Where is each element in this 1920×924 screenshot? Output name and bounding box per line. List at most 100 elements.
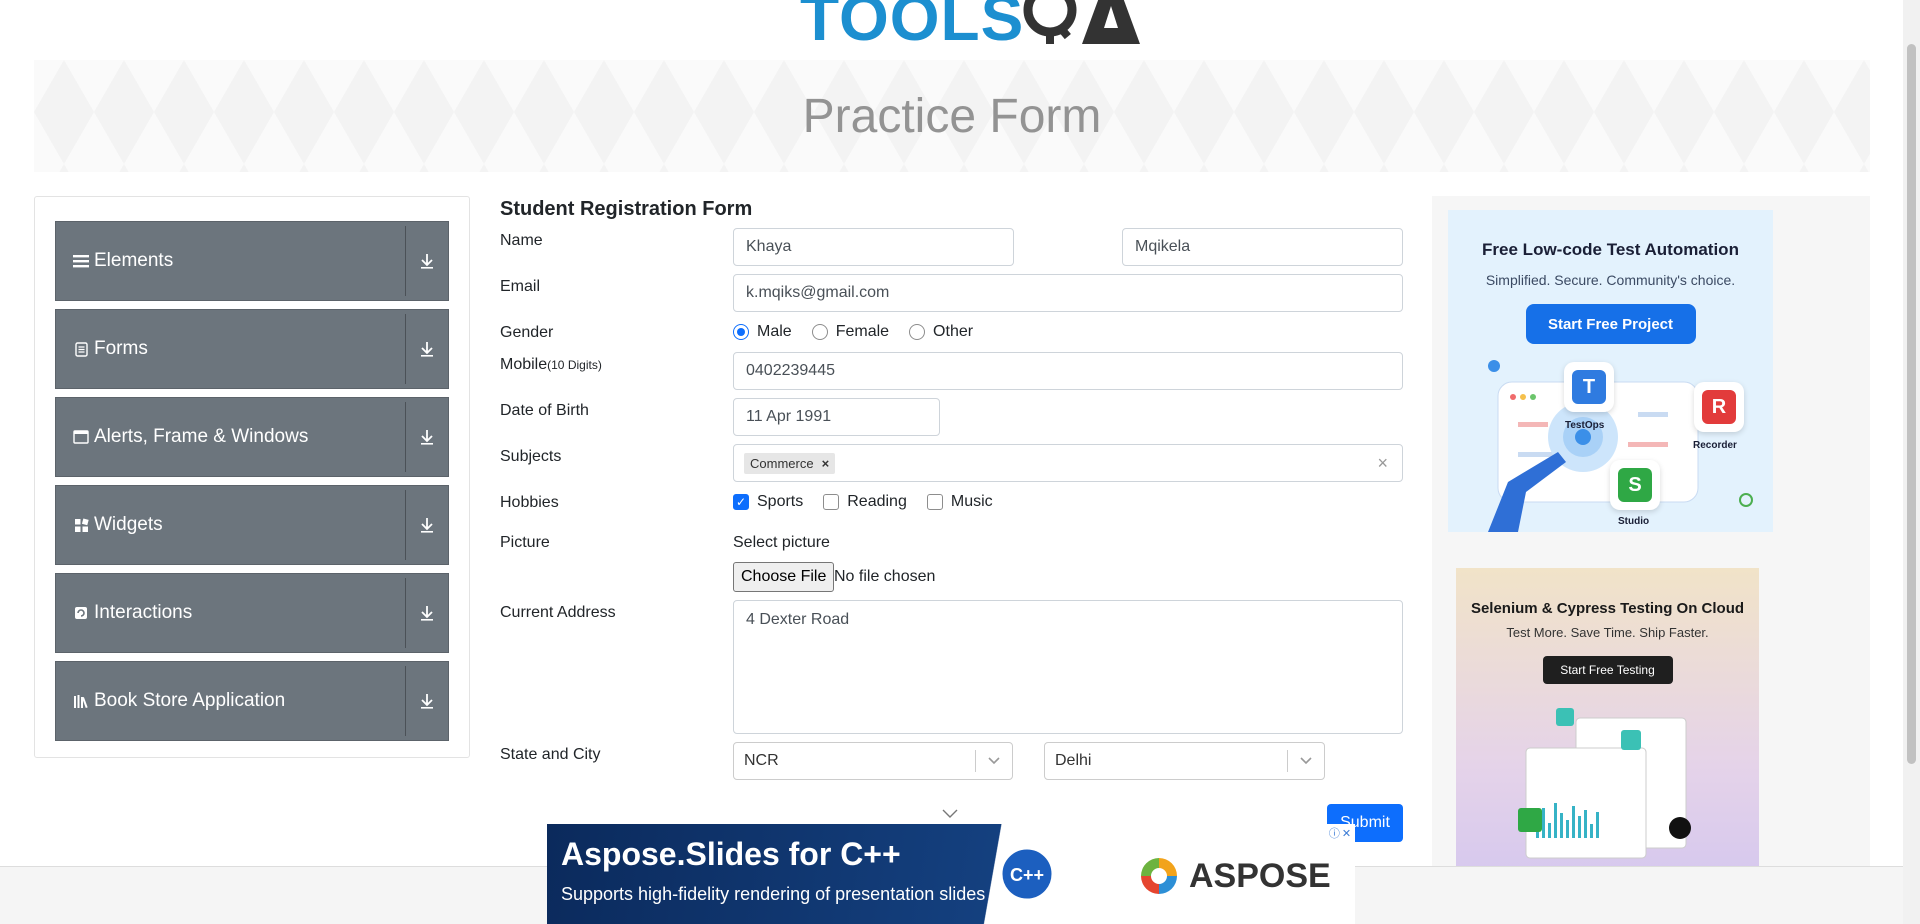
close-icon[interactable]: ✕: [1342, 827, 1351, 840]
page-title: Practice Form: [802, 89, 1102, 143]
sidebar-group-label: Elements: [94, 250, 174, 271]
ad-choices[interactable]: ⓘ ✕: [1325, 825, 1355, 841]
choose-file-button[interactable]: Choose File: [733, 562, 835, 592]
checkbox-label: Reading: [847, 493, 907, 510]
state-city-label: State and City: [500, 746, 601, 763]
cpp-logo-icon: C++: [999, 846, 1055, 902]
mobile-label: Mobile(10 Digits): [500, 356, 602, 374]
ad-title: Free Low-code Test Automation: [1482, 240, 1739, 259]
hobbies-label: Hobbies: [500, 494, 559, 511]
page-scrollbar[interactable]: [1903, 0, 1920, 924]
download-icon[interactable]: [406, 341, 448, 357]
start-free-project-button[interactable]: Start Free Project: [1525, 304, 1696, 344]
aspose-brand: ASPOSE: [1137, 854, 1331, 898]
state-value: NCR: [744, 752, 779, 769]
radio-label: Other: [933, 323, 974, 340]
first-name-input[interactable]: Khaya: [733, 228, 1014, 266]
form-heading: Student Registration Form: [500, 198, 753, 220]
gender-male-radio[interactable]: Male: [733, 323, 792, 341]
subject-tag: Commerce ×: [744, 452, 836, 474]
radio-label: Male: [757, 323, 792, 340]
aspose-logo-icon: [1141, 858, 1177, 894]
checkbox[interactable]: [926, 494, 943, 510]
email-input[interactable]: k.mqiks@gmail.com: [733, 274, 1403, 312]
ad-title: Selenium & Cypress Testing On Cloud: [1470, 600, 1745, 617]
download-icon[interactable]: [406, 253, 448, 269]
subject-tag-label: Commerce: [750, 455, 814, 471]
download-icon[interactable]: [406, 517, 448, 533]
checkbox-checked[interactable]: ✓: [733, 494, 749, 510]
ad-title: Aspose.Slides for C++: [561, 836, 901, 872]
brand-name: ASPOSE: [1189, 856, 1331, 895]
sidebar: Elements Forms Alerts, Frame & Windows W…: [34, 196, 470, 758]
tile-label: Recorder: [1693, 440, 1737, 451]
sidebar-group-forms[interactable]: Forms: [55, 309, 449, 389]
remove-tag-icon[interactable]: ×: [822, 456, 830, 471]
hobby-music-checkbox[interactable]: Music: [926, 493, 993, 511]
subjects-input[interactable]: Commerce × ×: [733, 444, 1403, 482]
current-address-textarea[interactable]: 4 Dexter Road: [733, 600, 1403, 734]
interactions-icon: [72, 606, 90, 620]
mobile-input[interactable]: 0402239445: [733, 352, 1403, 390]
checkbox-label: Sports: [757, 493, 804, 510]
chevron-down-icon[interactable]: [1288, 757, 1324, 765]
sidebar-group-interactions[interactable]: Interactions: [55, 573, 449, 653]
scrollbar-thumb[interactable]: [1907, 44, 1916, 764]
radio-label: Female: [835, 323, 890, 340]
lambdatest-ad[interactable]: Selenium & Cypress Testing On Cloud Test…: [1456, 568, 1759, 898]
widgets-icon: [72, 517, 90, 533]
gender-female-radio[interactable]: Female: [811, 323, 890, 341]
hobby-sports-checkbox[interactable]: ✓ Sports: [733, 493, 803, 511]
radio-button[interactable]: [811, 324, 828, 340]
radio-button-selected[interactable]: [733, 324, 749, 340]
tile-label: Studio: [1618, 516, 1650, 527]
katalon-ad[interactable]: Free Low-code Test Automation Simplified…: [1448, 210, 1773, 532]
sidebar-group-label: Forms: [94, 338, 148, 359]
download-icon[interactable]: [406, 693, 448, 709]
document-icon: [72, 341, 90, 357]
city-value: Delhi: [1055, 752, 1092, 769]
gender-radio-group: Male Female Other: [733, 323, 993, 341]
chevron-down-icon[interactable]: [976, 757, 1012, 765]
svg-text:C++: C++: [1010, 865, 1044, 885]
sidebar-group-alerts[interactable]: Alerts, Frame & Windows: [55, 397, 449, 477]
download-icon[interactable]: [406, 429, 448, 445]
ad-subtitle: Simplified. Secure. Community's choice.: [1485, 272, 1736, 288]
sidebar-group-label: Interactions: [94, 602, 193, 623]
sidebar-group-label: Book Store Application: [94, 690, 286, 711]
sidebar-group-label: Widgets: [94, 514, 163, 535]
page-banner: Practice Form: [34, 60, 1870, 172]
mobile-hint: (10 Digits): [547, 358, 602, 372]
chevron-down-icon[interactable]: [942, 808, 958, 822]
sidebar-group-label: Alerts, Frame & Windows: [94, 426, 309, 447]
state-select[interactable]: NCR: [733, 742, 1013, 780]
window-icon: [72, 430, 90, 444]
sidebar-group-bookstore[interactable]: Book Store Application: [55, 661, 449, 741]
last-name-input[interactable]: Mqikela: [1122, 228, 1403, 266]
info-icon[interactable]: ⓘ: [1329, 825, 1340, 841]
hobby-reading-checkbox[interactable]: Reading: [823, 493, 907, 511]
studio-tile: S: [1610, 460, 1660, 510]
start-free-testing-button[interactable]: Start Free Testing: [1542, 656, 1673, 684]
sidebar-group-elements[interactable]: Elements: [55, 221, 449, 301]
qa-gear-icon: [1023, 0, 1141, 44]
select-picture-label: Select picture: [733, 534, 830, 551]
city-select[interactable]: Delhi: [1044, 742, 1325, 780]
checkbox[interactable]: [823, 494, 840, 510]
dob-input[interactable]: 11 Apr 1991: [733, 398, 940, 436]
ad-subtitle: Test More. Save Time. Ship Faster.: [1506, 625, 1709, 640]
sidebar-group-widgets[interactable]: Widgets: [55, 485, 449, 565]
mobile-label-text: Mobile: [500, 356, 548, 373]
subjects-label: Subjects: [500, 448, 562, 465]
toolsqa-logo[interactable]: TOOLS: [800, 0, 1141, 50]
clear-icon[interactable]: ×: [1377, 453, 1388, 474]
tile-label: TestOps: [1565, 420, 1605, 431]
download-icon[interactable]: [406, 605, 448, 621]
checkbox-label: Music: [950, 493, 993, 510]
testops-tile: T: [1564, 362, 1614, 412]
radio-button[interactable]: [909, 324, 926, 340]
gender-other-radio[interactable]: Other: [909, 323, 973, 341]
aspose-ad[interactable]: Aspose.Slides for C++ Supports high-fide…: [547, 824, 1355, 924]
hobbies-checkbox-group: ✓ Sports Reading Music: [733, 493, 1013, 511]
picture-label: Picture: [500, 534, 550, 551]
